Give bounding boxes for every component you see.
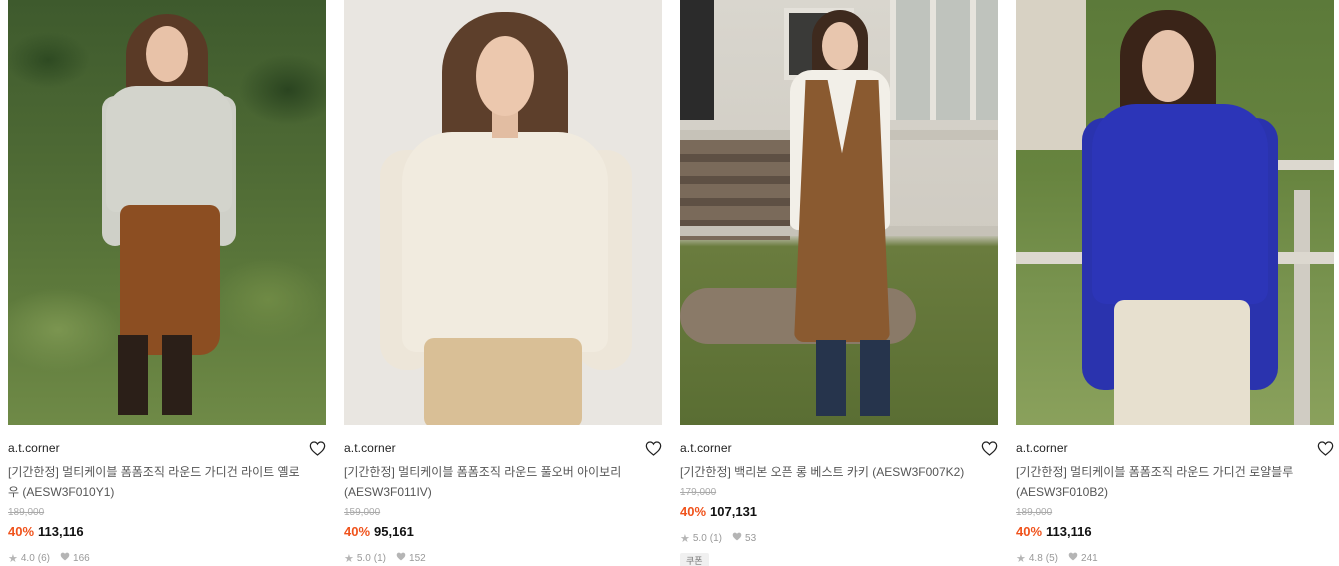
sale-price: 113,116 — [38, 524, 84, 539]
product-image[interactable] — [680, 0, 998, 425]
like-count: 53 — [745, 532, 757, 544]
product-image[interactable] — [344, 0, 662, 425]
like-count: 241 — [1081, 552, 1098, 564]
review-count: (5) — [1045, 552, 1059, 564]
discount-rate: 40% — [344, 524, 371, 539]
product-title[interactable]: [기간한정] 백리본 오픈 롱 베스트 카키 (AESW3F007K2) — [680, 462, 980, 482]
original-price: 189,000 — [8, 507, 45, 518]
price-row: 40% 113,116 — [1016, 523, 1334, 541]
product-card[interactable]: a.t.corner [기간한정] 멀티케이블 폼폼조직 라운드 가디건 로얄블… — [1016, 0, 1334, 565]
product-title[interactable]: [기간한정] 멀티케이블 폼폼조직 라운드 풀오버 아이보리 (AESW3F01… — [344, 462, 644, 502]
product-meta: ★ 4.8 (5) 241 — [1016, 551, 1334, 565]
rating-value: 5.0 — [356, 552, 371, 564]
sale-price: 107,131 — [710, 504, 758, 519]
product-meta: ★ 4.0 (6) 166 — [8, 551, 326, 565]
product-image[interactable] — [1016, 0, 1334, 425]
brand-name[interactable]: a.t.corner — [1016, 441, 1068, 455]
brand-name[interactable]: a.t.corner — [8, 441, 60, 455]
review-count: (6) — [37, 552, 51, 564]
star-icon: ★ — [8, 552, 18, 565]
product-card[interactable]: a.t.corner [기간한정] 백리본 오픈 롱 베스트 카키 (AESW3… — [680, 0, 998, 566]
price-row: 40% 95,161 — [344, 523, 662, 541]
product-image[interactable] — [8, 0, 326, 425]
price-row: 40% 113,116 — [8, 523, 326, 541]
wishlist-heart-icon[interactable] — [308, 440, 326, 456]
original-price: 189,000 — [1016, 507, 1053, 518]
rating-value: 4.0 — [20, 552, 35, 564]
discount-rate: 40% — [680, 504, 707, 519]
brand-name[interactable]: a.t.corner — [344, 441, 396, 455]
heart-filled-icon — [732, 532, 742, 544]
heart-filled-icon — [1068, 552, 1078, 564]
star-icon: ★ — [1016, 552, 1026, 565]
product-card[interactable]: a.t.corner [기간한정] 멀티케이블 폼폼조직 라운드 풀오버 아이보… — [344, 0, 662, 565]
like-count: 152 — [409, 552, 426, 564]
brand-name[interactable]: a.t.corner — [680, 441, 732, 455]
heart-filled-icon — [396, 552, 406, 564]
rating-value: 5.0 — [692, 532, 707, 544]
product-title[interactable]: [기간한정] 멀티케이블 폼폼조직 라운드 가디건 라이트 옐로우 (AESW3… — [8, 462, 308, 502]
rating-value: 4.8 — [1028, 552, 1043, 564]
discount-rate: 40% — [1016, 524, 1043, 539]
review-count: (1) — [709, 532, 723, 544]
sale-price: 95,161 — [374, 524, 414, 539]
wishlist-heart-icon[interactable] — [644, 440, 662, 456]
review-count: (1) — [373, 552, 387, 564]
star-icon: ★ — [344, 552, 354, 565]
product-card[interactable]: a.t.corner [기간한정] 멀티케이블 폼폼조직 라운드 가디건 라이트… — [8, 0, 326, 565]
sale-price: 113,116 — [1046, 524, 1092, 539]
original-price: 179,000 — [680, 487, 717, 498]
product-grid: a.t.corner [기간한정] 멀티케이블 폼폼조직 라운드 가디건 라이트… — [0, 0, 1339, 566]
star-icon: ★ — [680, 532, 690, 545]
price-row: 40% 107,131 — [680, 503, 998, 521]
heart-filled-icon — [60, 552, 70, 564]
product-meta: ★ 5.0 (1) 53 — [680, 531, 998, 545]
wishlist-heart-icon[interactable] — [1316, 440, 1334, 456]
product-meta: ★ 5.0 (1) 152 — [344, 551, 662, 565]
original-price: 159,000 — [344, 507, 381, 518]
like-count: 166 — [73, 552, 90, 564]
product-title[interactable]: [기간한정] 멀티케이블 폼폼조직 라운드 가디건 로얄블루 (AESW3F01… — [1016, 462, 1316, 502]
discount-rate: 40% — [8, 524, 35, 539]
wishlist-heart-icon[interactable] — [980, 440, 998, 456]
coupon-badge: 쿠폰 — [680, 553, 709, 566]
